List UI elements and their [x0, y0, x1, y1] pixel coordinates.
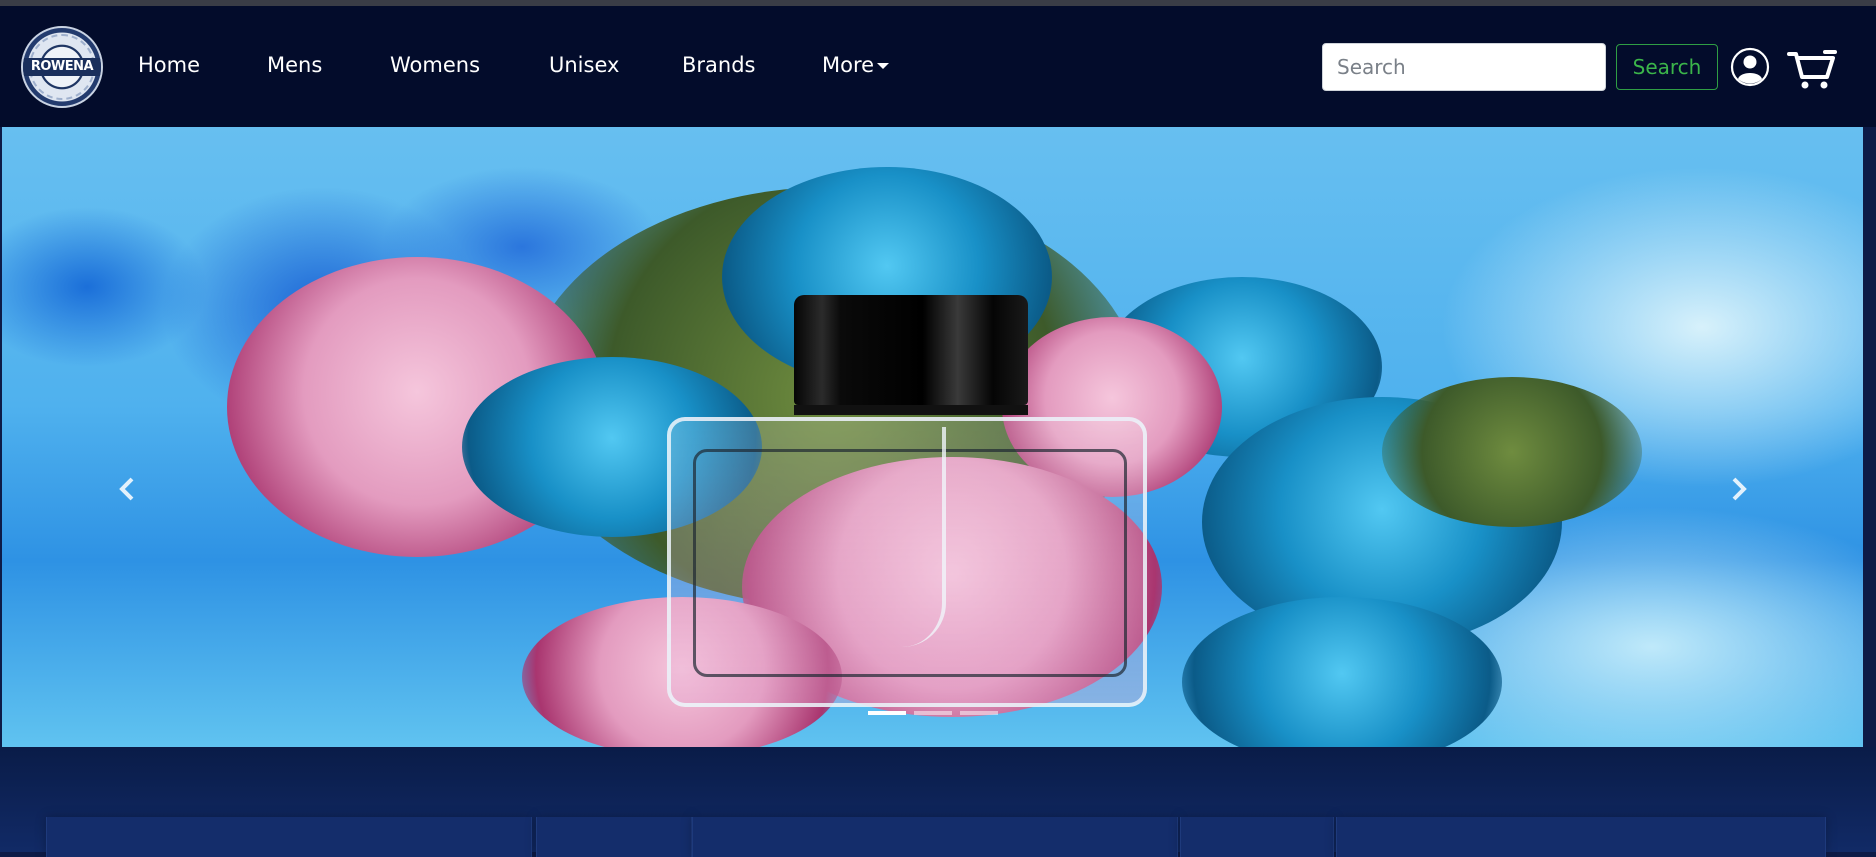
product-card[interactable] — [1180, 817, 1334, 857]
search-button[interactable]: Search — [1616, 44, 1718, 90]
nav-link-home[interactable]: Home — [138, 53, 200, 77]
nav-link-more-label: More — [822, 53, 875, 77]
perfume-cap — [794, 295, 1028, 405]
carousel-next-button[interactable] — [1720, 457, 1760, 517]
search-input[interactable] — [1322, 43, 1606, 91]
carousel-indicator-2[interactable] — [914, 711, 952, 715]
product-card[interactable] — [536, 817, 692, 857]
caret-down-icon — [877, 63, 890, 69]
carousel-indicator-1[interactable] — [868, 711, 906, 715]
carousel-prev-button[interactable] — [106, 457, 146, 517]
shopping-cart-icon[interactable] — [1787, 48, 1837, 90]
product-section — [0, 747, 1876, 857]
chevron-right-icon — [1732, 477, 1747, 501]
nav-dropdown-more[interactable]: More — [822, 53, 890, 77]
navbar: ROWENA Home Mens Womens Unisex Brands Mo… — [0, 6, 1876, 127]
nav-link-unisex[interactable]: Unisex — [549, 53, 619, 77]
chevron-left-icon — [119, 477, 134, 501]
perfume-cap-base — [794, 405, 1028, 415]
logo-text: ROWENA — [23, 58, 101, 76]
nav-link-womens[interactable]: Womens — [390, 53, 480, 77]
carousel-indicator-3[interactable] — [960, 711, 998, 715]
hero-carousel — [2, 127, 1863, 747]
user-circle-icon[interactable] — [1730, 47, 1770, 87]
product-card[interactable] — [692, 817, 1178, 857]
rowena-logo[interactable]: ROWENA — [21, 26, 103, 108]
perfume-tube — [902, 427, 946, 647]
carousel-indicators — [868, 711, 998, 721]
product-card[interactable] — [1336, 817, 1826, 857]
nav-link-mens[interactable]: Mens — [267, 53, 322, 77]
product-card[interactable] — [46, 817, 532, 857]
nav-link-brands[interactable]: Brands — [682, 53, 756, 77]
